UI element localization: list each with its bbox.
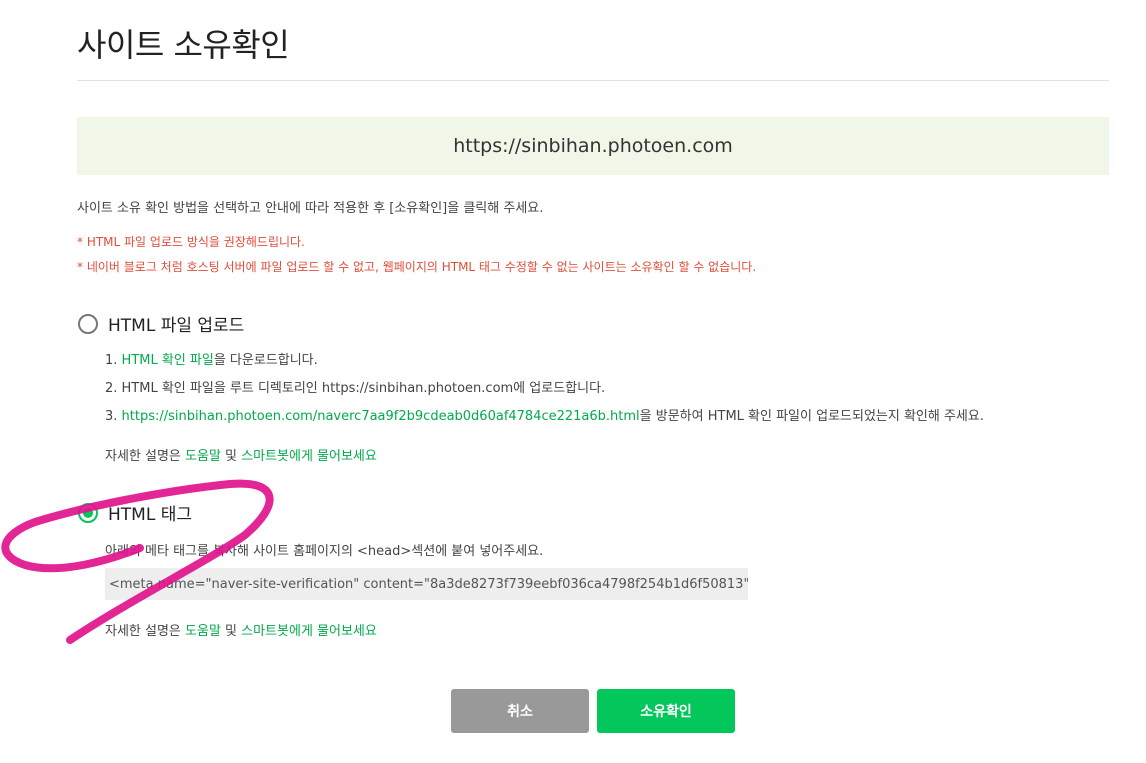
step-2: 2. HTML 확인 파일을 루트 디렉토리인 https://sinbihan… bbox=[105, 381, 606, 396]
step-1: 1. HTML 확인 파일을 다운로드합니다. bbox=[105, 349, 318, 368]
page-title: 사이트 소유확인 bbox=[77, 26, 290, 64]
notice-recommend: * HTML 파일 업로드 방식을 권장해드립니다. bbox=[77, 235, 305, 249]
verify-ownership-button[interactable]: 소유확인 bbox=[597, 689, 735, 733]
verification-file-url-link[interactable]: https://sinbihan.photoen.com/naverc7aa9f… bbox=[122, 409, 640, 424]
step-1-prefix: 1. bbox=[105, 353, 122, 368]
meta-tag-description: 아래의 메타 태그를 복사해 사이트 홈페이지의 <head>섹션에 붙여 넣어… bbox=[105, 544, 544, 559]
step-3-prefix: 3. bbox=[105, 409, 122, 424]
option-html-tag[interactable]: HTML 태그 bbox=[78, 500, 192, 525]
option-html-tag-label: HTML 태그 bbox=[108, 505, 192, 525]
option-html-file-upload-label: HTML 파일 업로드 bbox=[108, 316, 245, 336]
help-mid: 및 bbox=[220, 624, 242, 639]
help-prefix: 자세한 설명은 bbox=[105, 449, 186, 464]
help-prefix: 자세한 설명은 bbox=[105, 624, 186, 639]
help-line-html-tag: 자세한 설명은 도움말 및 스마트봇에게 물어보세요 bbox=[105, 620, 377, 639]
step-3: 3. https://sinbihan.photoen.com/naverc7a… bbox=[105, 405, 984, 424]
site-url-box: https://sinbihan.photoen.com bbox=[77, 117, 1109, 175]
smartbot-link[interactable]: 스마트봇에게 물어보세요 bbox=[241, 624, 377, 639]
step-3-suffix: 을 방문하여 HTML 확인 파일이 업로드되었는지 확인해 주세요. bbox=[639, 409, 984, 424]
notice-restriction: * 네이버 블로그 처럼 호스팅 서버에 파일 업로드 할 수 없고, 웹페이지… bbox=[77, 260, 757, 274]
cancel-button[interactable]: 취소 bbox=[451, 689, 589, 733]
help-mid: 및 bbox=[220, 449, 242, 464]
help-link[interactable]: 도움말 bbox=[185, 624, 221, 639]
step-1-suffix: 을 다운로드합니다. bbox=[213, 353, 318, 368]
help-link[interactable]: 도움말 bbox=[185, 449, 221, 464]
html-verification-file-link[interactable]: HTML 확인 파일 bbox=[122, 353, 214, 368]
smartbot-link[interactable]: 스마트봇에게 물어보세요 bbox=[241, 449, 377, 464]
meta-tag-code[interactable]: <meta name="naver-site-verification" con… bbox=[109, 577, 748, 592]
help-line-file-upload: 자세한 설명은 도움말 및 스마트봇에게 물어보세요 bbox=[105, 445, 377, 464]
radio-html-file-upload[interactable] bbox=[78, 313, 98, 334]
radio-html-tag[interactable] bbox=[78, 502, 98, 523]
site-url: https://sinbihan.photoen.com bbox=[453, 135, 733, 157]
instruction-text: 사이트 소유 확인 방법을 선택하고 안내에 따라 적용한 후 [소유확인]을 … bbox=[77, 201, 544, 216]
option-html-file-upload[interactable]: HTML 파일 업로드 bbox=[78, 311, 244, 336]
title-divider bbox=[77, 80, 1109, 81]
meta-tag-box[interactable]: <meta name="naver-site-verification" con… bbox=[105, 568, 748, 600]
